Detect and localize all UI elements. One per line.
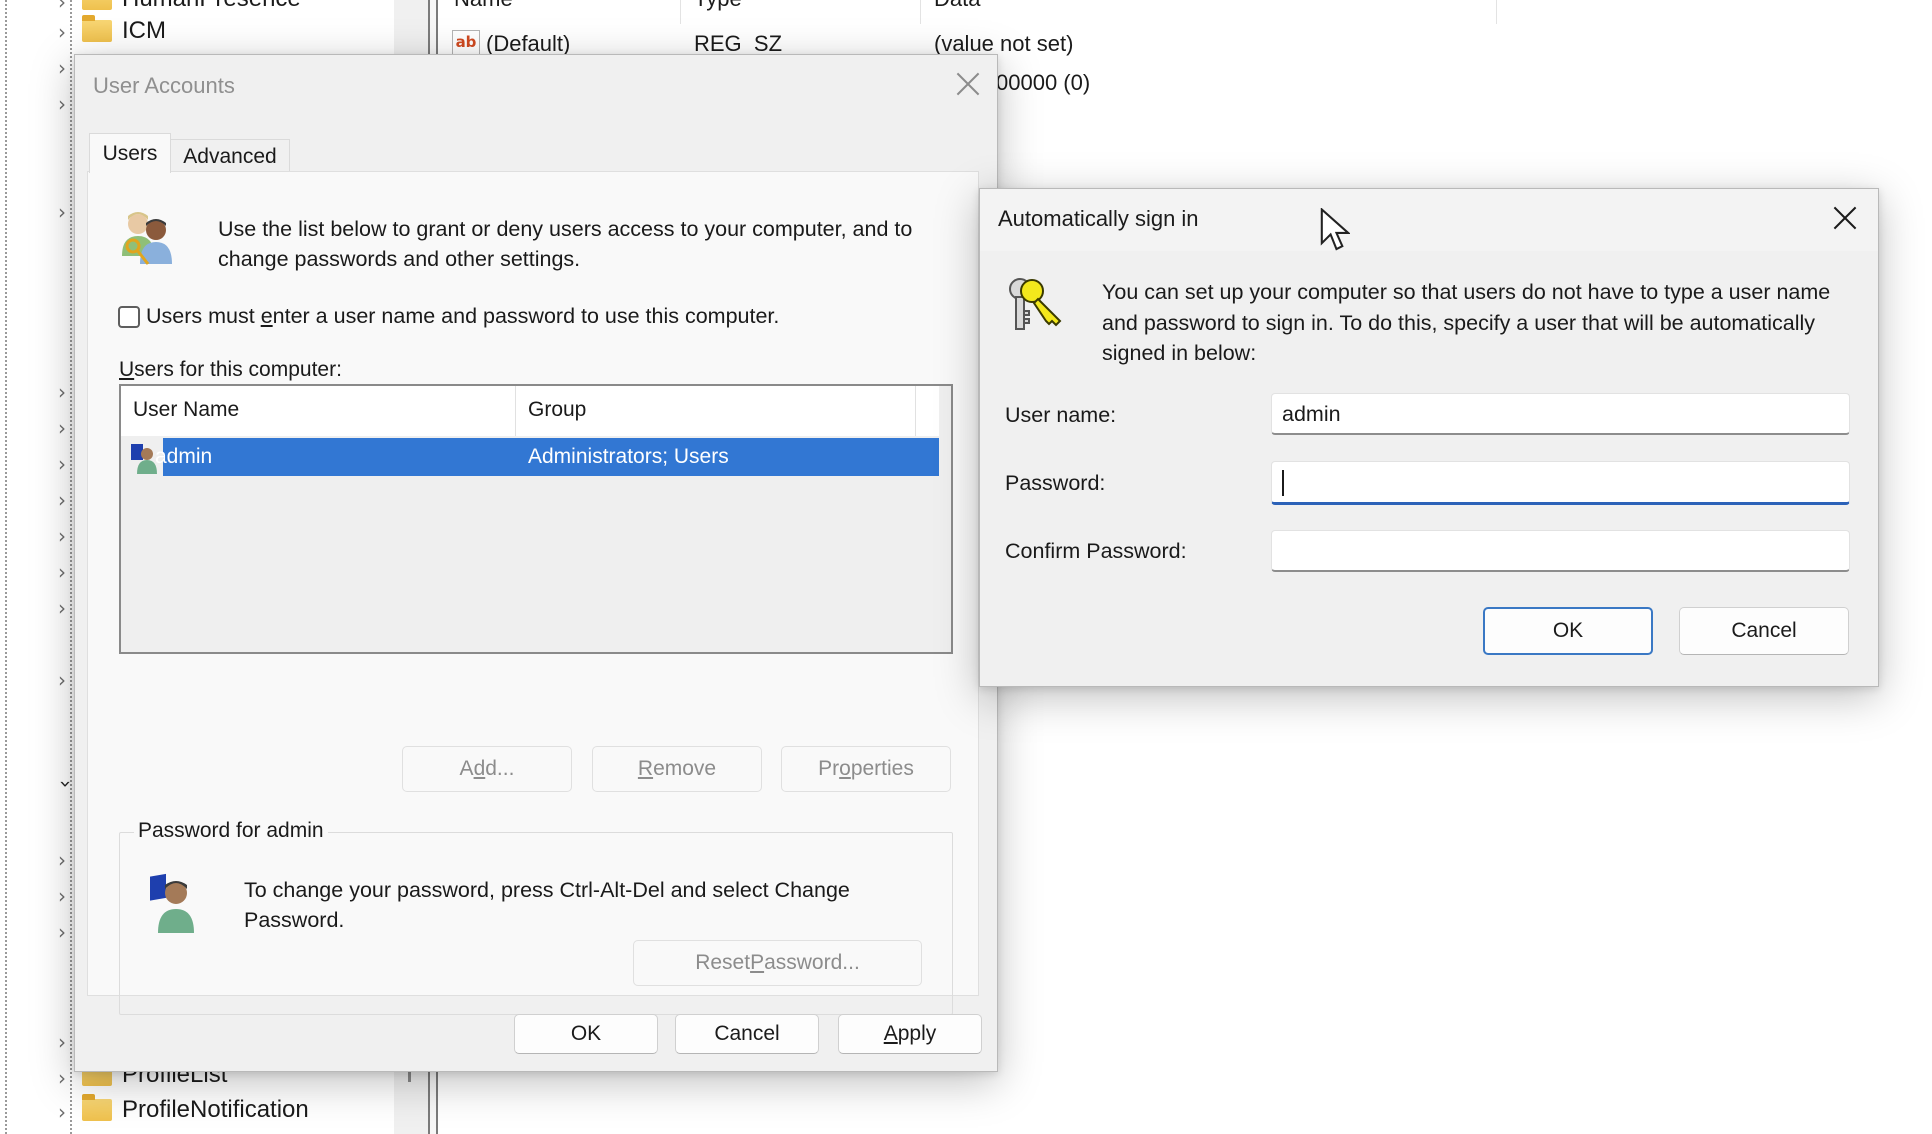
password-label: Password:: [1005, 471, 1106, 495]
apply-button[interactable]: Apply: [838, 1014, 982, 1054]
folder-icon: [82, 15, 112, 42]
chevron-right-icon[interactable]: ›: [58, 526, 74, 546]
user-password-icon: [150, 873, 194, 933]
groupbox-label: Password for admin: [134, 819, 328, 843]
password-input[interactable]: [1271, 461, 1850, 505]
column-separator[interactable]: [1496, 0, 1497, 24]
tab-advanced[interactable]: Advanced: [170, 139, 290, 173]
chevron-right-icon[interactable]: ›: [58, 1032, 74, 1052]
tree-item[interactable]: ProfileNotification: [82, 1094, 309, 1125]
column-separator[interactable]: [515, 386, 516, 436]
close-icon[interactable]: [955, 71, 981, 97]
ok-button[interactable]: OK: [514, 1014, 658, 1054]
confirm-password-label: Confirm Password:: [1005, 539, 1187, 563]
value-data: 00000 (0): [996, 70, 1091, 95]
chevron-right-icon[interactable]: ›: [58, 562, 74, 582]
column-header-data[interactable]: Data: [934, 0, 980, 12]
tree-guide-line: [5, 0, 7, 1134]
column-separator[interactable]: [915, 386, 916, 436]
keys-icon: [1009, 278, 1062, 330]
chevron-right-icon[interactable]: ›: [58, 922, 74, 942]
chevron-down-icon[interactable]: ›: [54, 780, 78, 796]
column-header-type[interactable]: Type: [694, 0, 742, 12]
chevron-right-icon[interactable]: ›: [58, 22, 74, 42]
cancel-button[interactable]: Cancel: [1679, 607, 1849, 655]
chevron-right-icon[interactable]: ›: [58, 1068, 74, 1088]
chevron-right-icon[interactable]: ›: [58, 454, 74, 474]
chevron-right-icon[interactable]: ›: [58, 94, 74, 114]
auto-sign-in-dialog: Automatically sign in You can set up you…: [979, 188, 1879, 687]
text-caret: [1282, 470, 1284, 497]
users-description: Use the list below to grant or deny user…: [218, 217, 913, 271]
tree-item-label: ICM: [122, 17, 166, 44]
username-label: User name:: [1005, 403, 1117, 427]
chevron-right-icon[interactable]: ›: [58, 886, 74, 906]
column-header-group[interactable]: Group: [528, 398, 586, 422]
tab-label: Advanced: [183, 144, 277, 168]
user-group-cell: Administrators; Users: [528, 445, 729, 468]
user-name-cell: admin: [155, 445, 213, 468]
folder-icon: [82, 0, 112, 10]
column-separator[interactable]: [680, 0, 681, 24]
confirm-password-input[interactable]: [1271, 530, 1850, 572]
add-user-button[interactable]: Ad d...: [402, 746, 572, 792]
tab-users[interactable]: Users: [89, 133, 171, 173]
chevron-right-icon[interactable]: ›: [58, 670, 74, 690]
users-tab-panel: Use the list below to grant or deny user…: [87, 171, 979, 1015]
username-input[interactable]: admin: [1271, 393, 1850, 435]
dialog-title: Automatically sign in: [998, 206, 1199, 231]
tree-item[interactable]: ICM: [82, 15, 166, 46]
list-header: User Name Group: [121, 386, 939, 436]
checkbox-label: Users must enter a user name and passwor…: [146, 304, 780, 328]
users-list[interactable]: User Name Group admin Administrators; Us…: [119, 384, 953, 654]
cancel-button[interactable]: Cancel: [675, 1014, 819, 1054]
column-header-name[interactable]: Name: [454, 0, 513, 12]
close-icon[interactable]: [1832, 205, 1858, 231]
chevron-right-icon[interactable]: ›: [58, 0, 74, 12]
chevron-right-icon[interactable]: ›: [58, 598, 74, 618]
must-enter-password-checkbox[interactable]: [118, 305, 140, 328]
chevron-right-icon[interactable]: ›: [58, 1102, 74, 1122]
chevron-right-icon[interactable]: ›: [58, 850, 74, 870]
password-groupbox: Password for admin To change your passwo…: [119, 819, 953, 1015]
reset-password-button[interactable]: Reset Password...: [633, 940, 922, 986]
users-list-label: Users for this computer:: [119, 358, 342, 381]
properties-button[interactable]: Pr o perties: [781, 746, 951, 792]
tab-label: Users: [102, 141, 158, 165]
column-header-user-name[interactable]: User Name: [133, 398, 239, 422]
chevron-right-icon[interactable]: ›: [58, 202, 74, 222]
tree-item[interactable]: HumanPresence: [82, 0, 301, 14]
column-separator[interactable]: [920, 0, 921, 24]
chevron-right-icon[interactable]: ›: [58, 490, 74, 510]
user-accounts-dialog: User Accounts Users Advanced Use the lis…: [74, 54, 998, 1072]
must-enter-password-checkbox-row[interactable]: Users must enter a user name and passwor…: [118, 304, 779, 329]
ok-button[interactable]: OK: [1483, 607, 1653, 655]
folder-icon: [82, 1094, 112, 1121]
chevron-right-icon[interactable]: ›: [58, 58, 74, 78]
users-icon: [122, 212, 172, 265]
remove-user-button[interactable]: Remove: [592, 746, 762, 792]
tree-item-label: HumanPresence: [122, 0, 301, 13]
mouse-pointer-icon: [1320, 208, 1350, 251]
auto-sign-in-description: You can set up your computer so that use…: [1102, 280, 1831, 365]
chevron-right-icon[interactable]: ›: [58, 382, 74, 402]
chevron-right-icon[interactable]: ›: [58, 418, 74, 438]
password-change-text: To change your password, press Ctrl-Alt-…: [244, 878, 850, 932]
dialog-title: User Accounts: [93, 73, 235, 98]
table-row[interactable]: admin Administrators; Users: [129, 438, 939, 476]
tree-item-label: ProfileNotification: [122, 1096, 309, 1123]
